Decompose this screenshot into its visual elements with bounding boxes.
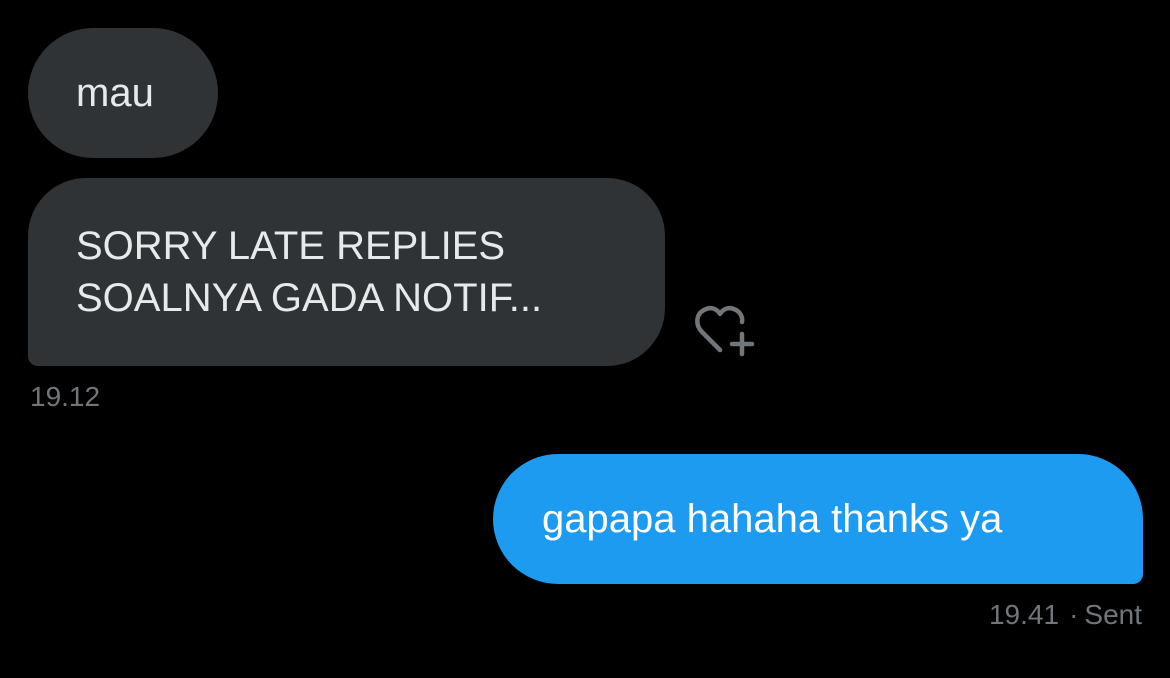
separator-dot: · [1069,599,1079,630]
sent-status: Sent [1084,599,1142,630]
message-text: SORRY LATE REPLIES [76,224,506,268]
message-timestamp: 19.12 [30,381,101,412]
message-text: mau [76,71,154,115]
received-message-bubble[interactable]: SORRY LATE REPLIES SOALNYA GADA NOTIF... [28,178,665,366]
received-message-bubble[interactable]: mau [28,28,218,158]
message-timestamp: 19.41 [988,599,1060,630]
message-status: 19.41 · Sent [989,598,1142,632]
message-text: gapapa hahaha thanks ya [542,497,1003,541]
sent-message-bubble[interactable]: gapapa hahaha thanks ya [493,454,1143,584]
heart-plus-icon [695,305,755,357]
react-heart-plus-icon[interactable] [694,302,758,358]
message-text: SOALNYA GADA NOTIF... [76,276,543,320]
